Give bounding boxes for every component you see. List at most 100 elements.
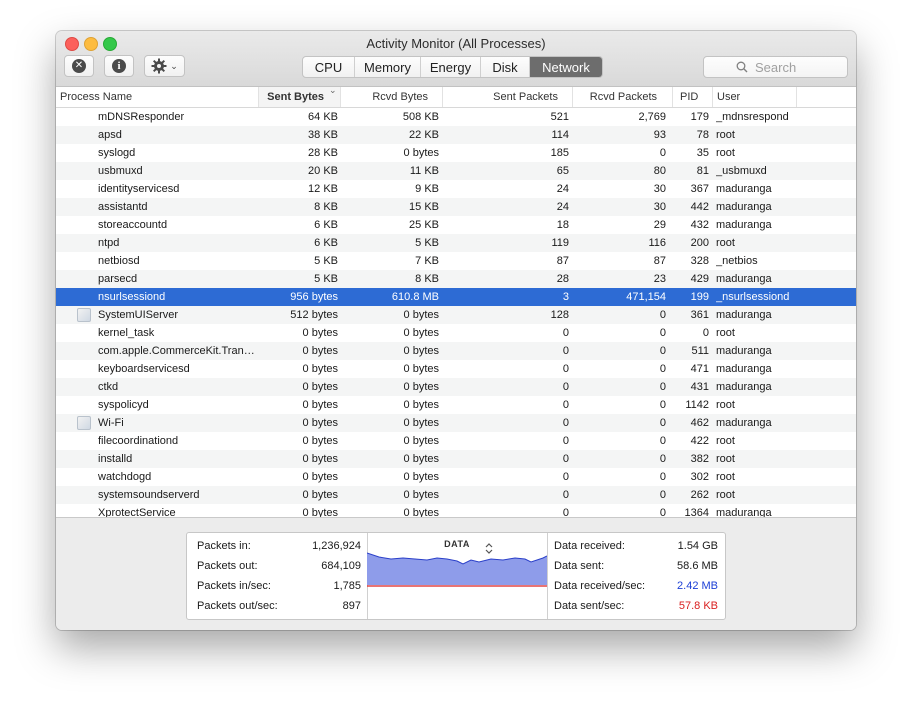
x-circle-icon: ✕ [72,59,86,73]
cell-process-name: mDNSResponder [98,111,185,123]
tab-disk[interactable]: Disk [481,57,530,77]
table-row[interactable]: Wi-Fi 0 bytes 0 bytes 0 0 462 maduranga [56,414,856,432]
column-header-rcvd-bytes[interactable]: Rcvd Bytes [341,87,443,107]
cell-sent-bytes: 0 bytes [302,327,338,339]
cell-rcvd-packets: 23 [653,273,666,285]
search-input[interactable] [753,58,815,76]
tab-network[interactable]: Network [530,57,602,77]
tab-energy[interactable]: Energy [421,57,481,77]
cell-sent-bytes: 5 KB [314,273,338,285]
cell-sent-packets: 185 [550,147,569,159]
column-header-sent-bytes-label: Sent Bytes [267,91,324,103]
data-sent-value: 58.6 MB [677,560,718,572]
table-row[interactable]: com.apple.CommerceKit.Tran… 0 bytes 0 byte… [56,342,856,360]
cell-rcvd-packets: 30 [653,183,666,195]
cell-pid: 367 [690,183,709,195]
stop-process-button[interactable]: ✕ [64,55,94,77]
cell-sent-bytes: 0 bytes [302,345,338,357]
data-sent-label: Data sent: [554,560,605,572]
cell-pid: 382 [690,453,709,465]
cell-process-name: installd [98,453,133,465]
cell-process-name: Wi-Fi [98,417,124,429]
cell-sent-packets: 24 [556,201,569,213]
table-row[interactable]: installd 0 bytes 0 bytes 0 0 382 root [56,450,856,468]
tab-memory[interactable]: Memory [355,57,421,77]
cell-rcvd-packets: 116 [648,237,666,249]
table-row[interactable]: parsecd 5 KB 8 KB 28 23 429 maduranga [56,270,856,288]
action-menu-button[interactable]: ⌄ [144,55,185,77]
table-row[interactable]: assistantd 8 KB 15 KB 24 30 442 maduranga [56,198,856,216]
cell-sent-packets: 3 [562,291,569,303]
data-sent-sec-value: 57.8 KB [678,600,718,612]
cell-pid: 1142 [685,399,709,411]
data-received-label: Data received: [554,540,625,552]
table-row[interactable]: kernel_task 0 bytes 0 bytes 0 0 0 root [56,324,856,342]
cell-rcvd-packets: 471,154 [626,291,666,303]
table-row[interactable]: watchdogd 0 bytes 0 bytes 0 0 302 root [56,468,856,486]
cell-rcvd-packets: 0 [659,363,666,375]
cell-process-name: parsecd [98,273,138,285]
cell-process-name: SystemUIServer [98,309,179,321]
cell-pid: 422 [690,435,709,447]
column-header-pid[interactable]: PID [673,87,713,107]
table-row[interactable]: syslogd 28 KB 0 bytes 185 0 35 root [56,144,856,162]
table-row[interactable]: identityservicesd 12 KB 9 KB 24 30 367 maduran… [56,180,856,198]
packets-stats: Packets in: 1,236,924 Packets out: 684,1… [187,533,368,619]
cell-rcvd-bytes: 25 KB [409,219,439,231]
search-field[interactable] [703,56,848,78]
cell-process-name: watchdogd [98,471,152,483]
cell-sent-bytes: 0 bytes [302,435,338,447]
table-row[interactable]: systemsoundserverd 0 bytes 0 bytes 0 0 262 roo… [56,486,856,504]
cell-user: maduranga [716,309,772,321]
tab-cpu[interactable]: CPU [303,57,355,77]
cell-sent-packets: 521 [550,111,569,123]
table-row[interactable]: nsurlsessiond 956 bytes 610.8 MB 3 471,154 19… [56,288,856,306]
table-row[interactable]: XprotectService 0 bytes 0 bytes 0 0 1364 madur… [56,504,856,517]
table-row[interactable]: usbmuxd 20 KB 11 KB 65 80 81 _usbmuxd [56,162,856,180]
cell-process-name: netbiosd [98,255,140,267]
cell-rcvd-bytes: 0 bytes [403,147,439,159]
cell-rcvd-packets: 0 [659,309,666,321]
cell-sent-packets: 0 [562,471,569,483]
table-row[interactable]: mDNSResponder 64 KB 508 KB 521 2,769 179 _mdns… [56,108,856,126]
column-header-user[interactable]: User [713,87,797,107]
column-header-rcvd-packets[interactable]: Rcvd Packets [573,87,673,107]
cell-rcvd-packets: 0 [659,471,666,483]
cell-user: root [716,489,735,501]
search-icon [736,61,748,73]
column-header-sent-packets[interactable]: Sent Packets [443,87,573,107]
table-row[interactable]: keyboardservicesd 0 bytes 0 bytes 0 0 471 madu… [56,360,856,378]
cell-sent-packets: 0 [562,489,569,501]
cell-sent-packets: 0 [562,417,569,429]
toolbar: Activity Monitor (All Processes) ✕ i ⌄ C… [56,31,856,87]
cell-user: _nsurlsessiond [716,291,790,303]
table-row[interactable]: apsd 38 KB 22 KB 114 93 78 root [56,126,856,144]
table-row[interactable]: filecoordinationd 0 bytes 0 bytes 0 0 422 root [56,432,856,450]
column-header-process-name[interactable]: Process Name [56,87,259,107]
cell-user: maduranga [716,219,772,231]
cell-sent-bytes: 512 bytes [290,309,338,321]
inspect-process-button[interactable]: i [104,55,134,77]
cell-pid: 462 [690,417,709,429]
activity-monitor-window: Activity Monitor (All Processes) ✕ i ⌄ C… [56,31,856,630]
cell-user: maduranga [716,417,772,429]
table-row[interactable]: ctkd 0 bytes 0 bytes 0 0 431 maduranga [56,378,856,396]
process-table: Process Name Sent Bytes ⌄ Rcvd Bytes Sen… [56,87,856,517]
table-row[interactable]: storeaccountd 6 KB 25 KB 18 29 432 maduranga [56,216,856,234]
cell-process-name: assistantd [98,201,148,213]
cell-process-name: systemsoundserverd [98,489,200,501]
cell-pid: 432 [690,219,709,231]
cell-user: maduranga [716,273,772,285]
table-row[interactable]: syspolicyd 0 bytes 0 bytes 0 0 1142 root [56,396,856,414]
packets-in-value: 1,236,924 [312,540,361,552]
table-row[interactable]: SystemUIServer 512 bytes 0 bytes 128 0 361 mad… [56,306,856,324]
table-row[interactable]: ntpd 6 KB 5 KB 119 116 200 root [56,234,856,252]
cell-rcvd-packets: 0 [659,381,666,393]
table-row[interactable]: netbiosd 5 KB 7 KB 87 87 328 _netbios [56,252,856,270]
cell-sent-bytes: 0 bytes [302,471,338,483]
cell-sent-packets: 119 [551,237,569,249]
cell-rcvd-bytes: 610.8 MB [391,291,439,303]
cell-sent-bytes: 38 KB [308,129,338,141]
cell-sent-packets: 0 [562,327,569,339]
cell-pid: 262 [690,489,709,501]
